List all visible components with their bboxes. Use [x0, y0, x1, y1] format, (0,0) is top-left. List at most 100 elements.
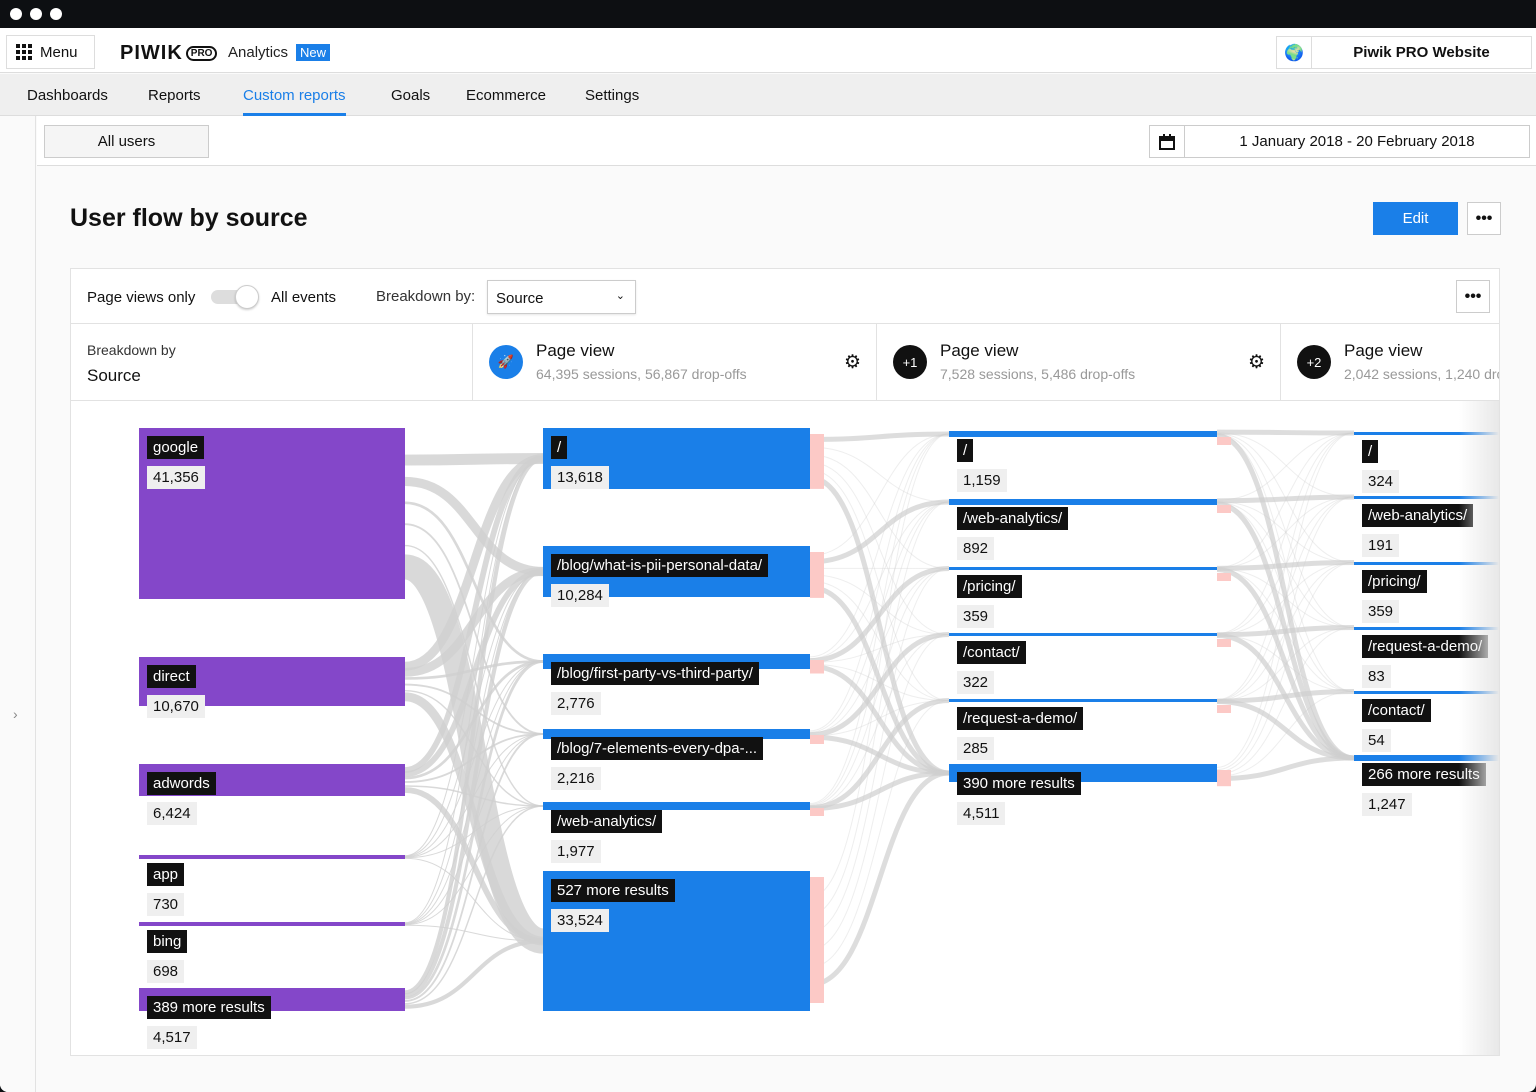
- node-label: /request-a-demo/: [957, 707, 1084, 730]
- maximize-dot[interactable]: [50, 8, 62, 20]
- menu-button[interactable]: Menu: [6, 35, 95, 69]
- menu-label: Menu: [40, 43, 78, 61]
- edit-button[interactable]: Edit: [1373, 202, 1458, 235]
- close-dot[interactable]: [10, 8, 22, 20]
- flow-node[interactable]: [949, 431, 1217, 437]
- gear-icon[interactable]: ⚙: [844, 351, 861, 374]
- node-value: 698: [147, 960, 185, 983]
- gear-icon[interactable]: ⚙: [1248, 351, 1265, 374]
- node-value: 191: [1362, 534, 1400, 557]
- dropoff-bar[interactable]: [810, 552, 824, 598]
- node-label: adwords: [147, 772, 216, 795]
- node-label: /blog/first-party-vs-third-party/: [551, 662, 759, 685]
- app-window: Menu PIWIK PRO Analytics New 🌍 Piwik PRO W…: [0, 28, 1536, 1092]
- node-label: /: [1362, 440, 1379, 463]
- node-label: /blog/what-is-pii-personal-data/: [551, 554, 769, 577]
- node-value: 322: [957, 671, 995, 694]
- node-label: /: [957, 439, 974, 462]
- node-label: /web-analytics/: [551, 810, 663, 833]
- node-value: 1,159: [957, 469, 1007, 492]
- step-title: Page view: [1344, 341, 1423, 360]
- flow-node[interactable]: [949, 499, 1217, 505]
- report-toolbar: Page views only All events Breakdown by:…: [71, 269, 1499, 324]
- node-label: /contact/: [957, 641, 1026, 664]
- calendar-icon: [1150, 126, 1185, 157]
- breakdown-header: Breakdown by Source: [71, 324, 473, 401]
- flow-node[interactable]: [543, 802, 810, 810]
- website-selector[interactable]: 🌍 Piwik PRO Website: [1276, 36, 1532, 69]
- node-value: 13,618: [551, 466, 609, 489]
- node-label: /: [551, 436, 568, 459]
- flow-link: [1216, 432, 1355, 768]
- node-value: 41,356: [147, 466, 205, 489]
- dropoff-bar[interactable]: [1217, 705, 1231, 713]
- dropoff-bar[interactable]: [810, 877, 824, 1003]
- tab-settings[interactable]: Settings: [585, 87, 639, 104]
- node-label: /web-analytics/: [1362, 504, 1474, 527]
- dropoff-bar[interactable]: [1217, 770, 1231, 787]
- events-toggle[interactable]: [211, 285, 263, 309]
- main-nav: Dashboards Reports Custom reports Goals Ecom…: [0, 74, 1536, 116]
- node-label: /blog/7-elements-every-dpa-...: [551, 737, 764, 760]
- flow-node[interactable]: [139, 922, 405, 926]
- tab-dashboards[interactable]: Dashboards: [27, 87, 108, 104]
- top-bar: Menu PIWIK PRO Analytics New 🌍 Piwik PRO W…: [0, 28, 1536, 73]
- node-label: direct: [147, 665, 196, 688]
- node-value: 6,424: [147, 802, 197, 825]
- tab-reports[interactable]: Reports: [148, 87, 201, 104]
- tab-goals[interactable]: Goals: [391, 87, 430, 104]
- website-name: Piwik PRO Website: [1353, 44, 1490, 61]
- step-header-1: +1 Page view 7,528 sessions, 5,486 drop-of…: [877, 324, 1281, 401]
- minimize-dot[interactable]: [30, 8, 42, 20]
- dropoff-bar[interactable]: [810, 660, 824, 674]
- dropoff-bar[interactable]: [810, 434, 824, 489]
- step-header-0: 🚀 Page view 64,395 sessions, 56,867 drop-o…: [473, 324, 877, 401]
- dropoff-bar[interactable]: [810, 735, 824, 744]
- step-stats: 64,395 sessions, 56,867 drop-offs: [536, 366, 747, 382]
- breakdown-header-label: Breakdown by: [87, 342, 176, 358]
- step-title: Page view: [536, 341, 615, 360]
- date-range-value: 1 January 2018 - 20 February 2018: [1239, 133, 1475, 150]
- date-range-picker[interactable]: 1 January 2018 - 20 February 2018: [1149, 125, 1530, 158]
- step-stats: 2,042 sessions, 1,240 drop-offs: [1344, 366, 1499, 382]
- sidebar-collapsed[interactable]: ›: [0, 116, 36, 1092]
- flow-link: [1216, 755, 1355, 782]
- node-value: 10,284: [551, 584, 609, 607]
- filter-bar: All users 1 January 2018 - 20 February 2…: [37, 116, 1536, 166]
- flow-node[interactable]: [949, 633, 1217, 636]
- flow-node[interactable]: [949, 699, 1217, 702]
- node-value: 1,977: [551, 840, 601, 863]
- dropoff-bar[interactable]: [1217, 639, 1231, 647]
- node-value: 1,247: [1362, 793, 1412, 816]
- node-value: 83: [1362, 665, 1391, 688]
- dropoff-bar[interactable]: [1217, 505, 1231, 513]
- flow-link: [1216, 429, 1355, 436]
- dropoff-bar[interactable]: [810, 808, 824, 816]
- rocket-icon: 🚀: [489, 345, 523, 379]
- node-value: 324: [1362, 470, 1400, 493]
- step-number-badge: +2: [1297, 345, 1331, 379]
- step-number-badge: +1: [893, 345, 927, 379]
- globe-icon: 🌍: [1277, 37, 1312, 68]
- flow-link: [404, 453, 544, 466]
- breakdown-select[interactable]: Source ⌄: [487, 280, 636, 314]
- chart-options-button[interactable]: •••: [1456, 280, 1490, 313]
- node-label: /web-analytics/: [957, 507, 1069, 530]
- tab-ecommerce[interactable]: Ecommerce: [466, 87, 546, 104]
- chevron-right-icon[interactable]: ›: [13, 706, 18, 722]
- dropoff-bar[interactable]: [1217, 437, 1231, 445]
- flow-node[interactable]: [139, 855, 405, 859]
- grid-icon: [16, 44, 32, 60]
- window-controls: [10, 8, 62, 20]
- flow-node[interactable]: [949, 567, 1217, 570]
- piwik-logo: PIWIK PRO: [120, 42, 218, 65]
- node-label: /pricing/: [957, 575, 1022, 598]
- dropoff-bar[interactable]: [1217, 573, 1231, 581]
- node-value: 33,524: [551, 909, 609, 932]
- more-options-button[interactable]: •••: [1467, 202, 1501, 235]
- flow-link: [809, 433, 950, 557]
- tab-custom-reports[interactable]: Custom reports: [243, 87, 346, 116]
- breakdown-value: Source: [496, 290, 544, 307]
- segment-selector[interactable]: All users: [44, 125, 209, 158]
- node-value: 730: [147, 893, 185, 916]
